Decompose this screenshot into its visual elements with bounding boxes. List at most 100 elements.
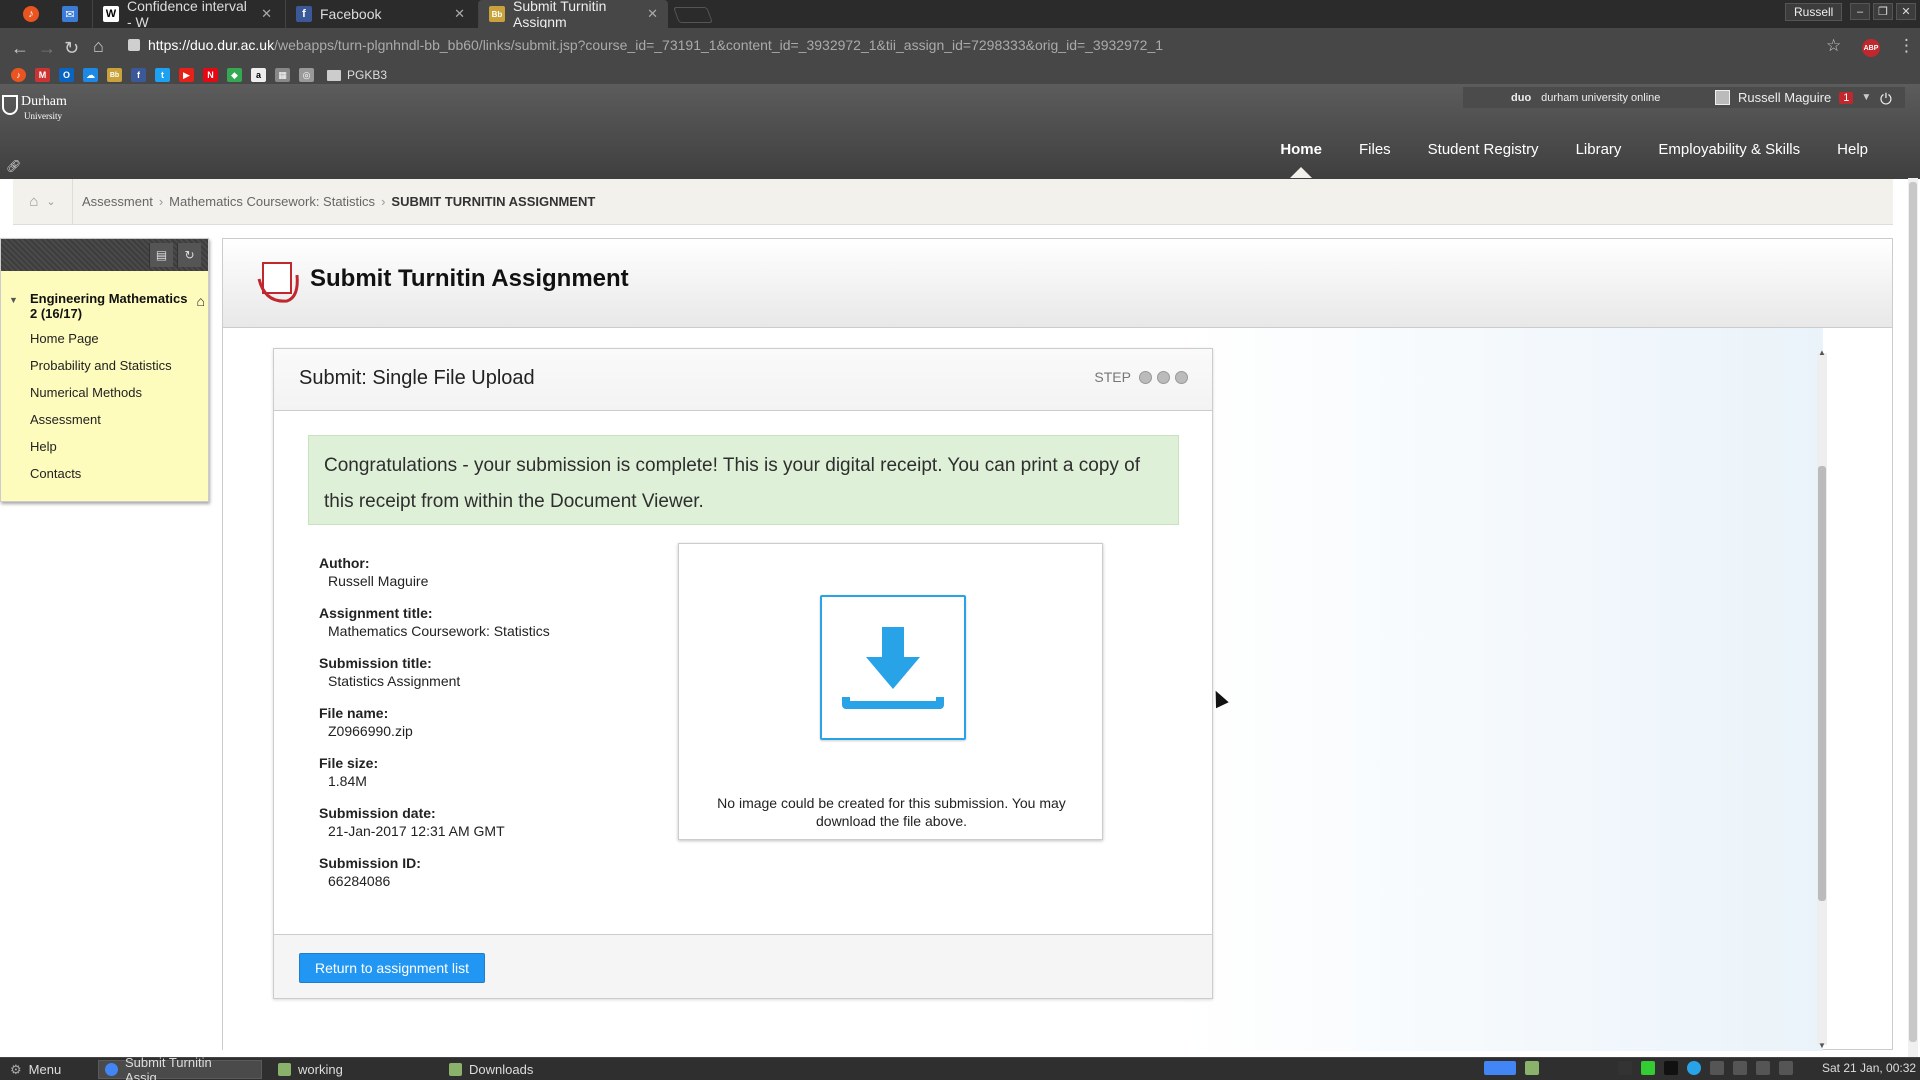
twitter-bookmark-icon[interactable]: t bbox=[155, 68, 170, 82]
breadcrumb-coursework[interactable]: Mathematics Coursework: Statistics bbox=[169, 194, 375, 209]
nav-library[interactable]: Library bbox=[1576, 141, 1622, 158]
facebook-bookmark-icon[interactable]: f bbox=[131, 68, 146, 82]
bookmark-icon[interactable]: ◎ bbox=[299, 68, 314, 82]
netflix-bookmark-icon[interactable]: N bbox=[203, 68, 218, 82]
course-menu-item-assessment[interactable]: Assessment bbox=[30, 412, 172, 439]
restore-icon[interactable]: ❐ bbox=[1873, 3, 1893, 20]
duo-brand: duo bbox=[1511, 91, 1532, 104]
folder-view-icon[interactable]: ▤ bbox=[149, 243, 173, 267]
chrome-tray-icon[interactable] bbox=[1484, 1061, 1516, 1075]
course-menu-item-help[interactable]: Help bbox=[30, 439, 172, 466]
shield-icon[interactable] bbox=[1687, 1061, 1701, 1075]
forward-icon[interactable]: → bbox=[38, 38, 56, 59]
tray-icon[interactable] bbox=[1664, 1061, 1678, 1075]
detail-submission-id: Submission ID: 66284086 bbox=[319, 855, 619, 905]
workspace-icon[interactable] bbox=[1525, 1061, 1539, 1075]
adblock-icon[interactable]: ABP bbox=[1862, 39, 1880, 57]
course-title[interactable]: ▼ Engineering Mathematics 2 (16/17) ⌂ bbox=[9, 291, 207, 321]
network-icon[interactable] bbox=[1710, 1061, 1724, 1075]
detail-submission-date: Submission date: 21-Jan-2017 12:31 AM GM… bbox=[319, 805, 619, 855]
refresh-icon[interactable]: ↻ bbox=[177, 243, 201, 267]
download-button[interactable] bbox=[820, 595, 966, 740]
bookmark-star-icon[interactable]: ☆ bbox=[1826, 36, 1841, 56]
back-icon[interactable]: ← bbox=[11, 38, 29, 59]
reload-icon[interactable]: ↻ bbox=[64, 38, 79, 59]
success-message: Congratulations - your submission is com… bbox=[308, 435, 1179, 525]
breadcrumb-assessment[interactable]: Assessment bbox=[82, 194, 153, 209]
gmail-bookmark-icon[interactable]: M bbox=[35, 68, 50, 82]
new-tab-button[interactable] bbox=[673, 7, 713, 23]
pinned-tab-music[interactable]: ♪ bbox=[16, 0, 46, 28]
chevron-down-icon[interactable]: ▼ bbox=[1861, 92, 1871, 103]
pinned-tab-mail[interactable]: ✉ bbox=[55, 0, 85, 28]
notification-badge[interactable]: 1 bbox=[1839, 91, 1854, 104]
breadcrumb-home[interactable]: ⌂ ⌄ bbox=[13, 178, 73, 225]
receipt-details: Author: Russell Maguire Assignment title… bbox=[319, 555, 619, 905]
course-home-icon[interactable]: ⌂ bbox=[197, 293, 205, 309]
music-bookmark-icon[interactable]: ♪ bbox=[11, 68, 26, 82]
user-menu[interactable]: Russell Maguire 1 ▼ bbox=[1707, 87, 1905, 108]
course-menu-item-probability[interactable]: Probability and Statistics bbox=[30, 358, 172, 385]
nav-employability[interactable]: Employability & Skills bbox=[1658, 141, 1800, 158]
page-scroll-thumb[interactable] bbox=[1909, 182, 1917, 1042]
start-menu-button[interactable]: ⚙ Menu bbox=[4, 1060, 67, 1079]
taskbar-item-downloads[interactable]: Downloads bbox=[443, 1060, 539, 1079]
bluetooth-icon[interactable] bbox=[1733, 1061, 1747, 1075]
inner-scrollbar[interactable]: ▲ ▼ bbox=[1817, 348, 1827, 1050]
home-icon[interactable]: ⌂ bbox=[93, 36, 104, 57]
taskbar-label: Submit Turnitin Assig... bbox=[125, 1054, 212, 1080]
volume-icon[interactable] bbox=[1756, 1061, 1770, 1075]
course-menu-item-contacts[interactable]: Contacts bbox=[30, 466, 172, 493]
facebook-icon: f bbox=[296, 6, 312, 22]
scroll-down-icon[interactable]: ▼ bbox=[1817, 1041, 1827, 1050]
folder-icon bbox=[449, 1063, 462, 1076]
nav-student-registry[interactable]: Student Registry bbox=[1428, 141, 1539, 158]
url-field[interactable]: https://duo.dur.ac.uk/webapps/turn-plgnh… bbox=[128, 37, 1163, 53]
lock-icon bbox=[128, 39, 140, 51]
collapse-triangle-icon[interactable]: ▼ bbox=[9, 295, 18, 305]
clock[interactable]: Sat 21 Jan, 00:32 bbox=[1822, 1061, 1916, 1075]
nav-files[interactable]: Files bbox=[1359, 141, 1391, 158]
course-menu-item-numerical[interactable]: Numerical Methods bbox=[30, 385, 172, 412]
close-window-icon[interactable]: ✕ bbox=[1896, 3, 1916, 20]
outlook-bookmark-icon[interactable]: O bbox=[59, 68, 74, 82]
battery-icon[interactable] bbox=[1641, 1061, 1655, 1075]
amazon-bookmark-icon[interactable]: a bbox=[251, 68, 266, 82]
browser-menu-icon[interactable]: ⋮ bbox=[1898, 36, 1915, 56]
page-scrollbar[interactable] bbox=[1908, 178, 1918, 1058]
taskbar-item-browser[interactable]: Submit Turnitin Assig... bbox=[98, 1055, 262, 1080]
maps-bookmark-icon[interactable]: ◆ bbox=[227, 68, 242, 82]
onedrive-bookmark-icon[interactable]: ☁ bbox=[83, 68, 98, 82]
detail-file-name: File name: Z0966990.zip bbox=[319, 705, 619, 755]
nav-help[interactable]: Help bbox=[1837, 141, 1868, 158]
close-icon[interactable]: ✕ bbox=[454, 6, 465, 22]
scroll-thumb[interactable] bbox=[1818, 466, 1826, 901]
panel-title: Submit: Single File Upload bbox=[299, 367, 535, 389]
link-icon[interactable]: 🔗︎ bbox=[6, 159, 21, 173]
bookmark-icon[interactable]: ▦ bbox=[275, 68, 290, 82]
tray-icon[interactable] bbox=[1618, 1061, 1632, 1075]
chevron-down-icon[interactable]: ⌄ bbox=[46, 195, 55, 208]
home-icon[interactable]: ⌂ bbox=[29, 193, 38, 210]
nav-home[interactable]: Home bbox=[1280, 141, 1322, 178]
bookmark-folder[interactable]: PGKB3 bbox=[327, 68, 387, 82]
display-icon[interactable] bbox=[1779, 1061, 1793, 1075]
return-to-assignment-list-button[interactable]: Return to assignment list bbox=[299, 953, 485, 983]
tab-facebook[interactable]: f Facebook ✕ bbox=[285, 0, 475, 28]
tab-submit-turnitin[interactable]: Bb Submit Turnitin Assignm ✕ bbox=[478, 0, 668, 30]
step-dot bbox=[1175, 370, 1188, 384]
profile-button[interactable]: Russell bbox=[1785, 3, 1843, 21]
scroll-up-icon[interactable]: ▲ bbox=[1817, 348, 1827, 357]
durham-logo[interactable]: Durham University bbox=[2, 95, 67, 123]
taskbar-item-working[interactable]: working bbox=[272, 1060, 349, 1079]
logout-power-icon[interactable]: ⏻ bbox=[1880, 91, 1892, 108]
detail-value: 21-Jan-2017 12:31 AM GMT bbox=[328, 823, 505, 839]
minimize-icon[interactable]: – bbox=[1850, 3, 1870, 20]
turnitin-icon bbox=[257, 262, 299, 303]
close-icon[interactable]: ✕ bbox=[261, 6, 272, 22]
youtube-bookmark-icon[interactable]: ▶ bbox=[179, 68, 194, 82]
close-icon[interactable]: ✕ bbox=[647, 6, 658, 22]
blackboard-bookmark-icon[interactable]: Bb bbox=[107, 68, 122, 82]
course-menu-item-home-page[interactable]: Home Page bbox=[30, 331, 172, 358]
tab-confidence-interval[interactable]: W Confidence interval - W ✕ bbox=[92, 0, 282, 30]
